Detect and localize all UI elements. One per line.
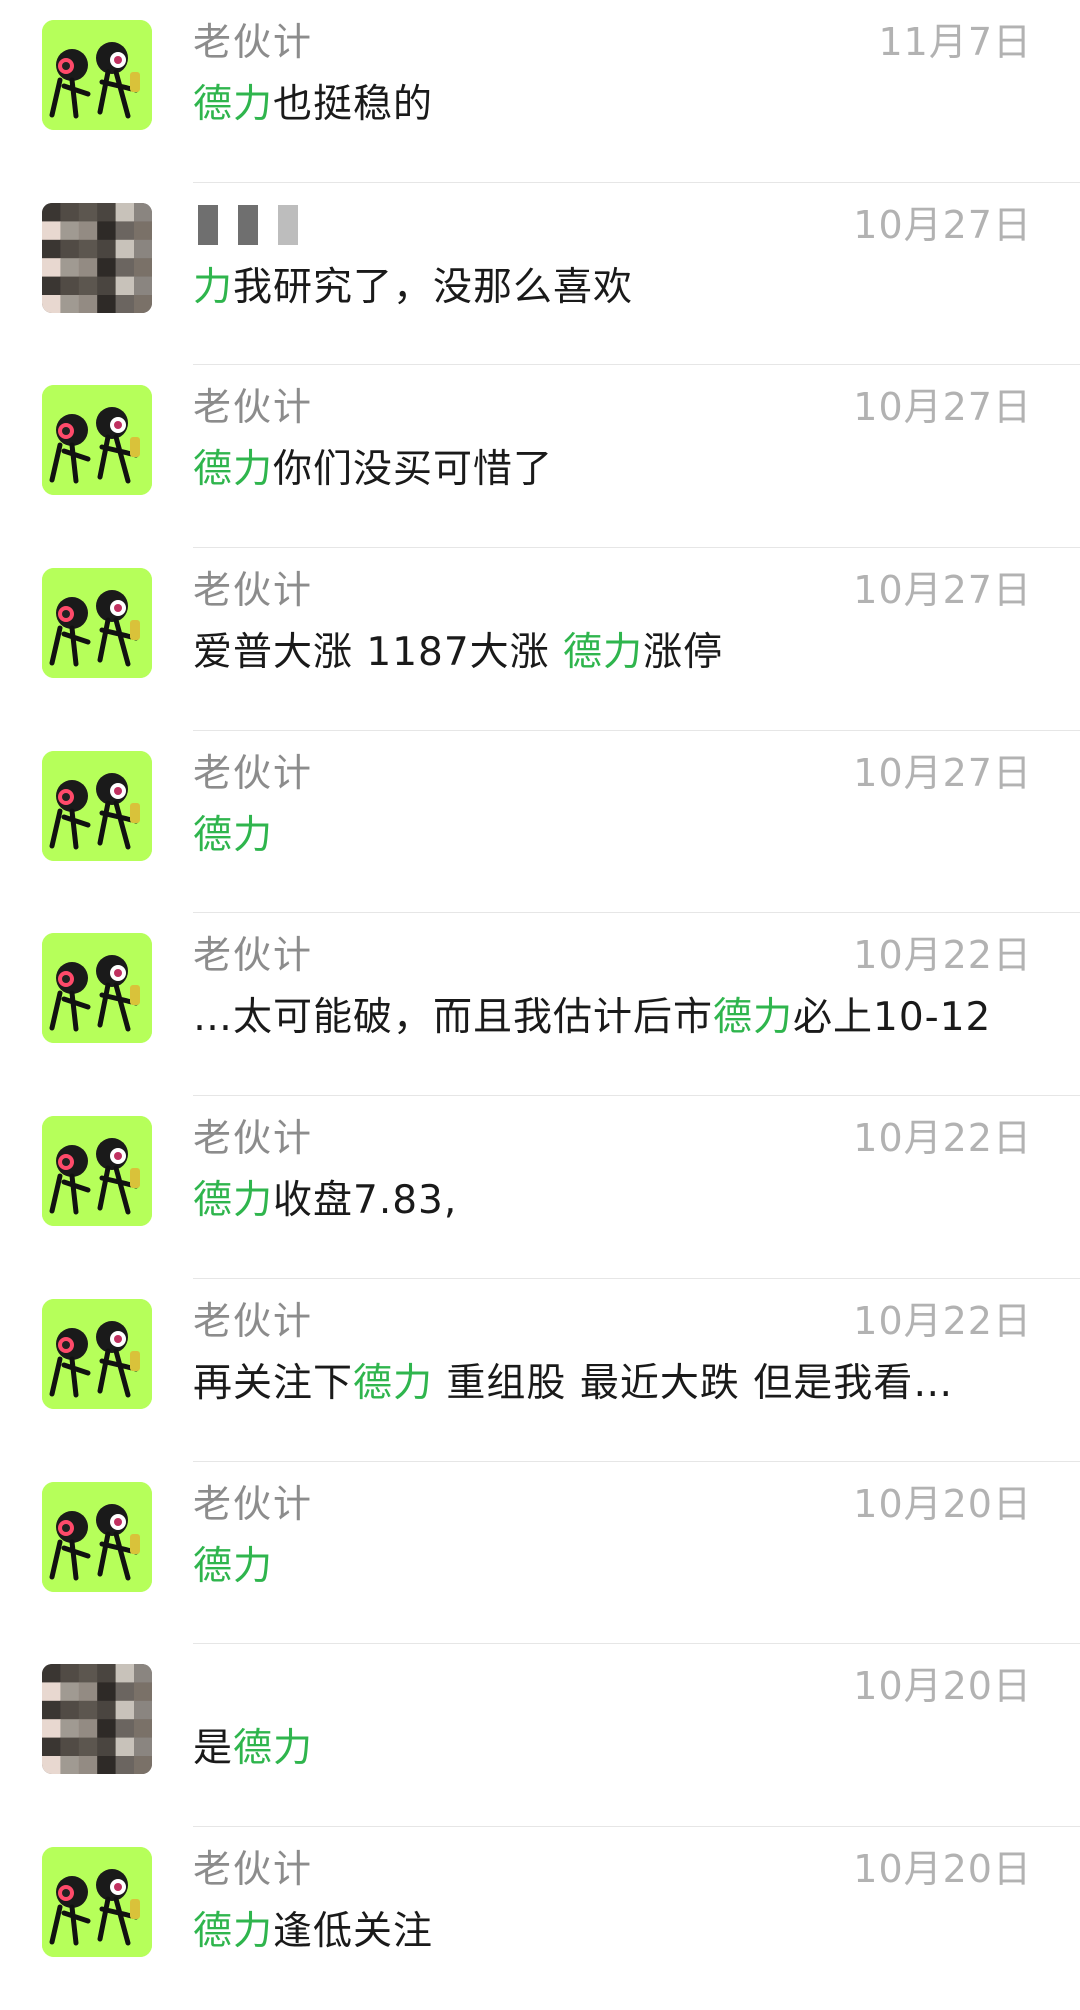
chat-result-item[interactable]: 老伙计 10月22日再关注下德力 重组股 最近大跌 但是我看… [0, 1279, 1080, 1462]
message-snippet: …太可能破，而且我估计后市德力必上10-12 [193, 993, 991, 1043]
chat-result-item[interactable]: 老伙计 10月22日 …太可能破，而且我估计后市德力必上10-12 [0, 913, 1080, 1096]
avatar[interactable] [42, 1664, 152, 1775]
avatar[interactable] [42, 202, 152, 313]
chat-result-item[interactable]: 老伙计 10月27日爱普大涨 1187大涨 德力涨停 [0, 548, 1080, 731]
message-snippet: 德力你们没买可惜了 [193, 445, 553, 495]
search-results-list: 老伙计 11月7日 德力也挺稳的 10月27日 力我研究了，没那么喜欢 老伙计 10月27日… [0, 0, 1080, 1998]
keyword-highlight: 德力 [563, 630, 644, 676]
snippet-text: 你们没买可惜了 [273, 447, 554, 493]
message-date: 10月22日 [853, 1116, 1032, 1161]
contact-name: 老伙计 [193, 568, 314, 613]
cartoon-avatar-icon [42, 933, 152, 1044]
snippet-text: 重组股 最近大跌 但是我看… [433, 1360, 954, 1406]
redacted-contact-name [198, 204, 298, 245]
chat-result-item[interactable]: 老伙计 10月22日德力收盘7.83, [0, 1096, 1080, 1279]
message-date: 10月27日 [853, 202, 1032, 247]
keyword-highlight: 德力 [353, 1360, 434, 1406]
snippet-text: 也挺稳的 [273, 82, 434, 127]
pixelated-avatar-icon [42, 202, 152, 313]
snippet-text: 逢低关注 [273, 1908, 434, 1954]
keyword-highlight: 力 [193, 264, 234, 310]
message-date: 10月27日 [853, 750, 1032, 795]
message-snippet: 力我研究了，没那么喜欢 [193, 263, 633, 313]
contact-name: 老伙计 [193, 20, 314, 64]
keyword-highlight: 德力 [193, 812, 274, 858]
avatar[interactable] [42, 1846, 152, 1957]
cartoon-avatar-icon [42, 750, 152, 861]
chat-result-item[interactable]: 老伙计 10月20日德力逢低关注 [0, 1827, 1080, 2010]
avatar[interactable] [42, 385, 152, 496]
cartoon-avatar-icon [42, 1298, 152, 1409]
keyword-highlight: 德力 [193, 1178, 274, 1224]
message-date: 10月20日 [853, 1846, 1032, 1891]
contact-name: 老伙计 [193, 1116, 314, 1161]
message-date: 10月27日 [853, 568, 1032, 613]
avatar[interactable] [42, 1116, 152, 1227]
cartoon-avatar-icon [42, 20, 152, 130]
message-date: 11月7日 [878, 20, 1032, 64]
snippet-text: 必上10-12 [793, 995, 992, 1041]
message-snippet: 德力 [193, 1542, 273, 1592]
pixelated-avatar-icon [42, 1664, 152, 1775]
cartoon-avatar-icon [42, 1116, 152, 1227]
avatar[interactable] [42, 1298, 152, 1409]
cartoon-avatar-icon [42, 1481, 152, 1592]
contact-name: 老伙计 [193, 385, 314, 430]
message-date: 10月20日 [853, 1481, 1032, 1526]
contact-name: 老伙计 [193, 1846, 314, 1891]
message-snippet: 再关注下德力 重组股 最近大跌 但是我看… [193, 1359, 953, 1409]
avatar[interactable] [42, 1481, 152, 1592]
message-date: 10月27日 [853, 385, 1032, 430]
snippet-text: 爱普大涨 1187大涨 [193, 630, 564, 676]
keyword-highlight: 德力 [713, 995, 794, 1041]
chat-result-item[interactable]: 老伙计 11月7日德力也挺稳的 [0, 0, 1080, 183]
contact-name: 老伙计 [193, 933, 314, 978]
message-date: 10月22日 [853, 933, 1032, 978]
message-snippet: 爱普大涨 1187大涨 德力涨停 [193, 628, 723, 678]
contact-name: 老伙计 [193, 750, 314, 795]
message-snippet: 是德力 [193, 1724, 313, 1774]
cartoon-avatar-icon [42, 385, 152, 496]
avatar[interactable] [42, 933, 152, 1044]
snippet-text: 再关注下 [193, 1360, 354, 1406]
message-snippet: 德力也挺稳的 [193, 80, 433, 130]
snippet-text: …太可能破，而且我估计后市 [193, 995, 714, 1041]
contact-name: 老伙计 [193, 1481, 314, 1526]
keyword-highlight: 德力 [193, 82, 274, 127]
message-snippet: 德力逢低关注 [193, 1907, 433, 1957]
avatar[interactable] [42, 568, 152, 679]
chat-result-item[interactable]: 老伙计 10月20日德力 [0, 1462, 1080, 1645]
snippet-text: 我研究了，没那么喜欢 [233, 264, 634, 310]
snippet-text: 收盘7.83, [273, 1178, 458, 1224]
keyword-highlight: 德力 [193, 1908, 274, 1954]
snippet-text: 是 [193, 1726, 234, 1772]
keyword-highlight: 德力 [193, 1543, 274, 1589]
message-snippet: 德力收盘7.83, [193, 1176, 457, 1226]
chat-result-item[interactable]: 10月20日是德力 [0, 1644, 1080, 1827]
message-date: 10月20日 [853, 1664, 1032, 1709]
contact-name: 老伙计 [193, 1298, 314, 1343]
cartoon-avatar-icon [42, 568, 152, 679]
snippet-text: 涨停 [643, 630, 724, 676]
message-date: 10月22日 [853, 1298, 1032, 1343]
keyword-highlight: 德力 [233, 1726, 314, 1772]
avatar[interactable] [42, 750, 152, 861]
keyword-highlight: 德力 [193, 447, 274, 493]
chat-result-item[interactable]: 10月27日力我研究了，没那么喜欢 [0, 183, 1080, 366]
message-snippet: 德力 [193, 811, 273, 861]
cartoon-avatar-icon [42, 1846, 152, 1957]
avatar[interactable] [42, 20, 152, 130]
chat-result-item[interactable]: 老伙计 10月27日德力 [0, 731, 1080, 914]
chat-result-item[interactable]: 老伙计 10月27日德力你们没买可惜了 [0, 365, 1080, 548]
